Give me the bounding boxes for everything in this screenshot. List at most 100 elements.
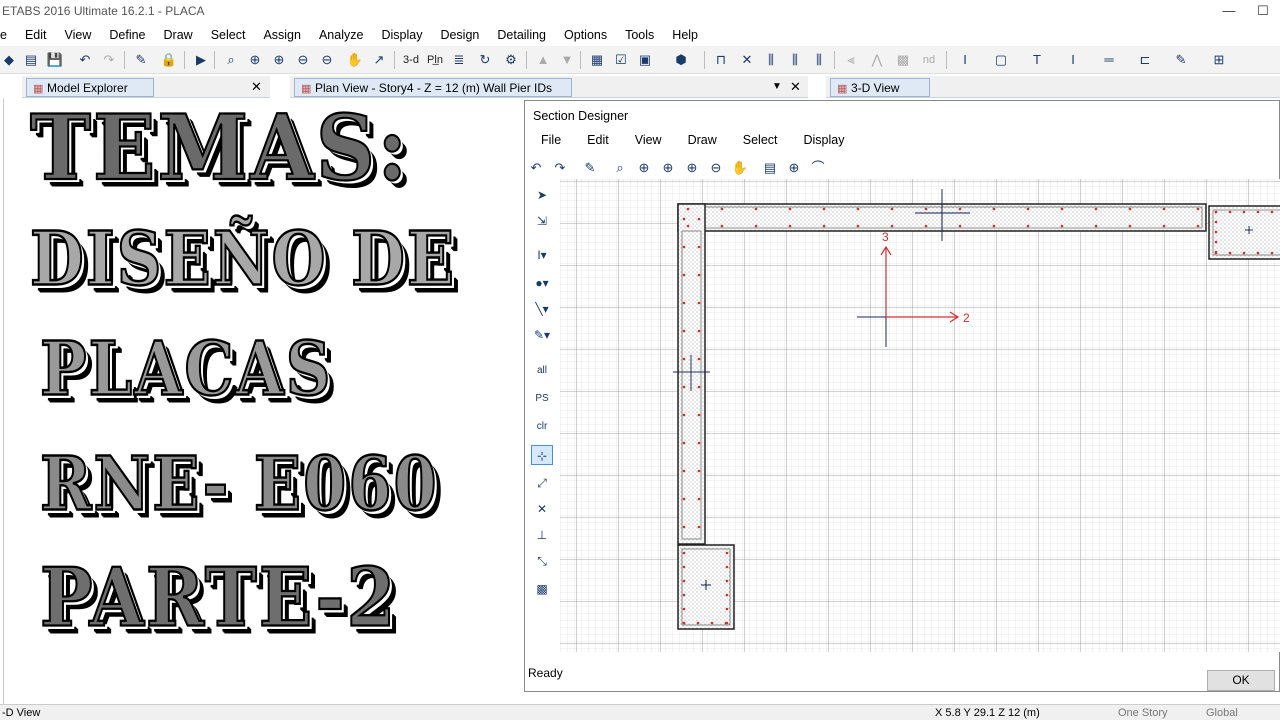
pencil-icon[interactable]: ✎ — [132, 51, 150, 69]
channel-icon[interactable]: ⊏ — [1136, 51, 1154, 69]
beam-icon[interactable]: ⫼ — [810, 51, 828, 69]
assign-icon[interactable]: ⊞ — [1210, 51, 1228, 69]
set-display-icon[interactable]: ▣ — [636, 51, 654, 69]
sd-zoom-previous-icon[interactable]: ⊖ — [707, 159, 725, 177]
sd-previous-select-button[interactable]: PS — [531, 389, 553, 409]
menu-edit[interactable]: Edit — [16, 28, 56, 42]
sd-clear-select-button[interactable]: clr — [531, 417, 553, 437]
down-arrow-icon[interactable]: ▼ — [558, 51, 576, 69]
spring-icon[interactable]: ⋀ — [868, 51, 886, 69]
zoom-in-icon[interactable]: ⊕ — [246, 51, 264, 69]
menu-select[interactable]: Select — [202, 28, 255, 42]
sd-snap-perpendicular-icon[interactable]: ⊥ — [531, 525, 553, 545]
menu-options[interactable]: Options — [555, 28, 616, 42]
menu-design[interactable]: Design — [431, 28, 488, 42]
object-shrink-icon[interactable]: ⚙ — [502, 51, 520, 69]
sd-snap-intersection-icon[interactable]: ✕ — [531, 499, 553, 519]
tab-3d-view[interactable]: ▦ 3-D View — [830, 78, 930, 97]
minimize-button[interactable]: — — [1212, 0, 1246, 24]
undo-icon[interactable]: ↶ — [76, 51, 94, 69]
up-arrow-icon[interactable]: ▲ — [534, 51, 552, 69]
pan-icon[interactable]: ✋ — [346, 51, 364, 69]
sd-zoom-in-icon[interactable]: ⊕ — [635, 159, 653, 177]
statusbar-story-select[interactable]: One Story — [1118, 707, 1168, 719]
sd-snap-point-icon[interactable]: ⊹ — [531, 445, 553, 465]
sd-menu-file[interactable]: File — [531, 133, 571, 153]
view-3d-button[interactable]: 3-d — [400, 51, 422, 69]
column-icon[interactable]: ⫼ — [762, 51, 780, 69]
model-explorer-close-button[interactable]: ✕ — [251, 79, 262, 95]
sd-menu-display[interactable]: Display — [794, 133, 855, 153]
menu-view[interactable]: View — [56, 28, 101, 42]
area-icon[interactable]: ▩ — [894, 51, 912, 69]
wall-icon[interactable]: ⫼ — [786, 51, 804, 69]
sd-zoom-out-icon[interactable]: ⊕ — [683, 159, 701, 177]
section-icon[interactable]: T — [1028, 51, 1046, 69]
zoom-out-icon[interactable]: ⊖ — [294, 51, 312, 69]
menu-define[interactable]: Define — [100, 28, 154, 42]
menu-analyze[interactable]: Analyze — [310, 28, 372, 42]
menu-tools[interactable]: Tools — [616, 28, 663, 42]
menu-draw[interactable]: Draw — [155, 28, 202, 42]
plan-view-dropdown[interactable]: ▼ — [772, 81, 782, 92]
cube-icon[interactable]: ⬢ — [672, 51, 690, 69]
run-icon[interactable]: ▶ — [192, 51, 210, 69]
sd-curve-icon[interactable]: ⌒ — [809, 159, 827, 177]
sd-menu-view[interactable]: View — [625, 133, 672, 153]
ibeam-icon[interactable]: I — [1064, 51, 1082, 69]
new-icon[interactable]: ▤ — [22, 51, 40, 69]
menu-file[interactable]: e — [0, 28, 16, 42]
sd-undo-icon[interactable]: ↶ — [527, 159, 545, 177]
dash-icon[interactable]: ═ — [1100, 51, 1118, 69]
sd-pencil-icon[interactable]: ✎ — [581, 159, 599, 177]
sd-snap-line-icon[interactable]: ⤢ — [531, 473, 553, 493]
section-drawing-svg[interactable]: 2 3 — [560, 179, 1280, 652]
sd-brush-icon[interactable]: ✎▾ — [531, 325, 553, 345]
menu-detailing[interactable]: Detailing — [488, 28, 555, 42]
sd-reshape-icon[interactable]: ⇲ — [531, 211, 553, 231]
sd-zoom-window-icon[interactable]: ⌕ — [611, 159, 629, 177]
sd-zoom-in-step-icon[interactable]: ⊕ — [659, 159, 677, 177]
statusbar-coordinate-system[interactable]: Global — [1206, 707, 1238, 719]
link-icon[interactable]: ⫷ — [842, 51, 860, 69]
ok-button[interactable]: OK — [1207, 670, 1275, 691]
plan-view-button[interactable]: Pl̲n — [424, 51, 446, 69]
open-icon[interactable]: ◆ — [0, 51, 18, 69]
sd-pan-icon[interactable]: ✋ — [731, 159, 749, 177]
sd-shape-icon[interactable]: ●▾ — [531, 273, 553, 293]
box-icon[interactable]: ▢ — [992, 51, 1010, 69]
zoom-previous-icon[interactable]: ⊖ — [318, 51, 336, 69]
sd-text-icon[interactable]: I▾ — [531, 245, 553, 265]
sd-crosshair-icon[interactable]: ⊕ — [785, 159, 803, 177]
sd-snap-extension-icon[interactable]: ⤡ — [531, 551, 553, 571]
sd-menu-edit[interactable]: Edit — [577, 133, 619, 153]
brace-icon[interactable]: ✕ — [738, 51, 756, 69]
elevation-icon[interactable]: ≣ — [450, 51, 468, 69]
sd-redo-icon[interactable]: ↷ — [551, 159, 569, 177]
shrink-icon[interactable]: ↗ — [370, 51, 388, 69]
sd-grid-icon[interactable]: ▤ — [761, 159, 779, 177]
sd-menu-draw[interactable]: Draw — [678, 133, 727, 153]
menu-assign[interactable]: Assign — [254, 28, 310, 42]
sd-menu-select[interactable]: Select — [733, 133, 788, 153]
grid-icon[interactable]: ▦ — [588, 51, 606, 69]
check-icon[interactable]: ☑ — [612, 51, 630, 69]
section-designer-canvas[interactable]: 2 3 — [560, 179, 1280, 652]
menu-help[interactable]: Help — [663, 28, 707, 42]
redo-icon[interactable]: ↷ — [100, 51, 118, 69]
maximize-button[interactable]: ☐ — [1246, 0, 1280, 24]
menu-display[interactable]: Display — [372, 28, 431, 42]
brush-icon[interactable]: ✎ — [1172, 51, 1190, 69]
tab-model-explorer[interactable]: ▦ Model Explorer — [26, 78, 154, 97]
lock-icon[interactable]: 🔒 — [160, 51, 178, 69]
zoom-in-step-icon[interactable]: ⊕ — [270, 51, 288, 69]
save-icon[interactable]: 💾 — [46, 51, 64, 69]
rotate-icon[interactable]: ↻ — [476, 51, 494, 69]
tab-plan-view[interactable]: ▦ Plan View - Story4 - Z = 12 (m) Wall Pi… — [294, 78, 572, 97]
sd-line-icon[interactable]: ╲▾ — [531, 299, 553, 319]
zoom-window-icon[interactable]: ⌕ — [222, 51, 240, 69]
nd-button[interactable]: nd — [918, 51, 940, 69]
plan-view-close-button[interactable]: ✕ — [790, 79, 801, 95]
sd-pointer-icon[interactable]: ➤ — [531, 185, 553, 205]
sd-snap-grid-icon[interactable]: ▩ — [531, 579, 553, 599]
